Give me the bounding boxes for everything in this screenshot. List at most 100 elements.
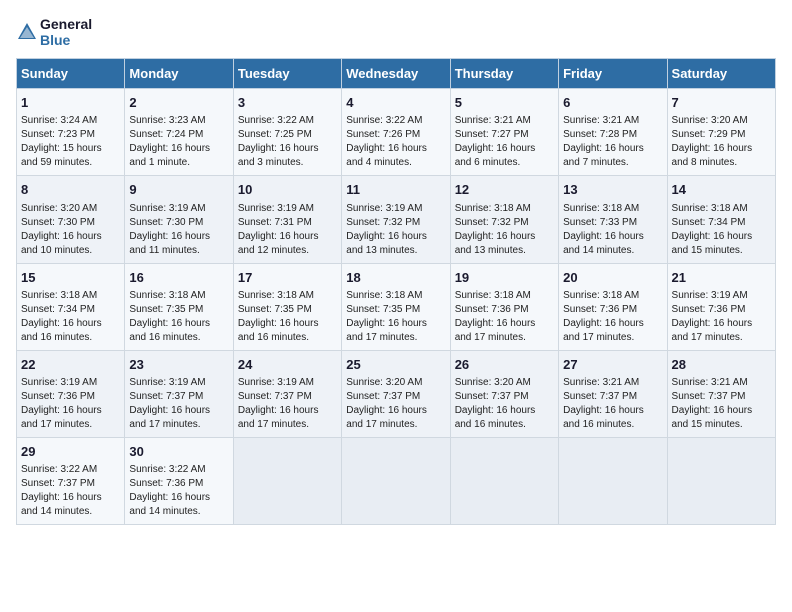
calendar-cell [342, 437, 450, 524]
day-number: 27 [563, 356, 662, 374]
logo-text-blue: Blue [40, 32, 92, 48]
calendar-cell: 21Sunrise: 3:19 AMSunset: 7:36 PMDayligh… [667, 263, 775, 350]
day-number: 18 [346, 269, 445, 287]
day-number: 28 [672, 356, 771, 374]
sunset-label: Sunset: 7:28 PM [563, 129, 637, 140]
daylight-label: Daylight: 16 hours and 17 minutes. [346, 318, 427, 343]
daylight-label: Daylight: 16 hours and 13 minutes. [455, 231, 536, 256]
sunrise-label: Sunrise: 3:18 AM [129, 290, 205, 301]
sunset-label: Sunset: 7:35 PM [129, 304, 203, 315]
calendar-cell: 17Sunrise: 3:18 AMSunset: 7:35 PMDayligh… [233, 263, 341, 350]
daylight-label: Daylight: 16 hours and 6 minutes. [455, 143, 536, 168]
sunrise-label: Sunrise: 3:22 AM [129, 464, 205, 475]
sunset-label: Sunset: 7:27 PM [455, 129, 529, 140]
daylight-label: Daylight: 16 hours and 16 minutes. [563, 405, 644, 430]
sunrise-label: Sunrise: 3:21 AM [563, 115, 639, 126]
sunset-label: Sunset: 7:30 PM [21, 217, 95, 228]
daylight-label: Daylight: 16 hours and 17 minutes. [455, 318, 536, 343]
calendar-cell: 26Sunrise: 3:20 AMSunset: 7:37 PMDayligh… [450, 350, 558, 437]
day-number: 12 [455, 181, 554, 199]
calendar-cell: 10 Sunrise: 3:19 AM Sunset: 7:31 PM Dayligh… [233, 176, 341, 263]
sunrise-label: Sunrise: 3:20 AM [672, 115, 748, 126]
day-number: 5 [455, 94, 554, 112]
calendar-cell: 15Sunrise: 3:18 AMSunset: 7:34 PMDayligh… [17, 263, 125, 350]
day-number: 22 [21, 356, 120, 374]
calendar-cell: 30Sunrise: 3:22 AMSunset: 7:36 PMDayligh… [125, 437, 233, 524]
calendar-cell: 9Sunrise: 3:19 AMSunset: 7:30 PMDaylight… [125, 176, 233, 263]
day-number: 25 [346, 356, 445, 374]
calendar-cell: 22Sunrise: 3:19 AMSunset: 7:36 PMDayligh… [17, 350, 125, 437]
sunrise-label: Sunrise: 3:19 AM [238, 377, 314, 388]
day-number: 3 [238, 94, 337, 112]
logo-text-general: General [40, 16, 92, 32]
day-number: 1 [21, 94, 120, 112]
day-number: 7 [672, 94, 771, 112]
column-header-monday: Monday [125, 59, 233, 89]
sunrise-label: Sunrise: 3:19 AM [238, 203, 314, 214]
daylight-label: Daylight: 16 hours and 4 minutes. [346, 143, 427, 168]
day-number: 23 [129, 356, 228, 374]
calendar-cell: 8Sunrise: 3:20 AMSunset: 7:30 PMDaylight… [17, 176, 125, 263]
day-number: 8 [21, 181, 120, 199]
sunset-label: Sunset: 7:37 PM [455, 391, 529, 402]
daylight-label: Daylight: 16 hours and 17 minutes. [238, 405, 319, 430]
calendar-cell: 1Sunrise: 3:24 AMSunset: 7:23 PMDaylight… [17, 89, 125, 176]
sunrise-label: Sunrise: 3:20 AM [455, 377, 531, 388]
sunrise-label: Sunrise: 3:19 AM [21, 377, 97, 388]
sunrise-label: Sunrise: 3:22 AM [21, 464, 97, 475]
calendar-cell: 13Sunrise: 3:18 AMSunset: 7:33 PMDayligh… [559, 176, 667, 263]
daylight-label: Daylight: 16 hours and 17 minutes. [563, 318, 644, 343]
day-number: 13 [563, 181, 662, 199]
sunrise-label: Sunrise: 3:21 AM [672, 377, 748, 388]
day-number: 16 [129, 269, 228, 287]
sunset-label: Sunset: 7:37 PM [563, 391, 637, 402]
sunrise-label: Sunrise: 3:22 AM [238, 115, 314, 126]
daylight-label: Daylight: 16 hours and 16 minutes. [455, 405, 536, 430]
sunrise-label: Sunrise: 3:20 AM [346, 377, 422, 388]
daylight-label: Daylight: 16 hours and 17 minutes. [129, 405, 210, 430]
sunrise-label: Sunrise: 3:19 AM [672, 290, 748, 301]
day-number: 11 [346, 181, 445, 199]
daylight-label: Daylight: 16 hours and 8 minutes. [672, 143, 753, 168]
calendar-cell [667, 437, 775, 524]
day-number: 6 [563, 94, 662, 112]
daylight-label: Daylight: 16 hours and 3 minutes. [238, 143, 319, 168]
week-row-3: 15Sunrise: 3:18 AMSunset: 7:34 PMDayligh… [17, 263, 776, 350]
sunrise-label: Sunrise: 3:24 AM [21, 115, 97, 126]
sunset-label: Sunset: 7:29 PM [672, 129, 746, 140]
daylight-label: Daylight: 16 hours and 10 minutes. [21, 231, 102, 256]
sunset-label: Sunset: 7:37 PM [672, 391, 746, 402]
sunset-label: Sunset: 7:31 PM [238, 217, 312, 228]
column-header-tuesday: Tuesday [233, 59, 341, 89]
daylight-label: Daylight: 16 hours and 17 minutes. [346, 405, 427, 430]
day-number: 4 [346, 94, 445, 112]
header: General Blue [16, 16, 776, 48]
day-number: 29 [21, 443, 120, 461]
sunset-label: Sunset: 7:36 PM [455, 304, 529, 315]
sunset-label: Sunset: 7:32 PM [455, 217, 529, 228]
daylight-label: Daylight: 16 hours and 12 minutes. [238, 231, 319, 256]
sunset-label: Sunset: 7:37 PM [129, 391, 203, 402]
calendar-cell: 11Sunrise: 3:19 AMSunset: 7:32 PMDayligh… [342, 176, 450, 263]
day-number: 14 [672, 181, 771, 199]
column-header-thursday: Thursday [450, 59, 558, 89]
daylight-label: Daylight: 16 hours and 1 minute. [129, 143, 210, 168]
calendar-header-row: SundayMondayTuesdayWednesdayThursdayFrid… [17, 59, 776, 89]
week-row-1: 1Sunrise: 3:24 AMSunset: 7:23 PMDaylight… [17, 89, 776, 176]
sunset-label: Sunset: 7:33 PM [563, 217, 637, 228]
day-number: 20 [563, 269, 662, 287]
sunset-label: Sunset: 7:37 PM [346, 391, 420, 402]
sunset-label: Sunset: 7:35 PM [346, 304, 420, 315]
calendar-cell: 2Sunrise: 3:23 AMSunset: 7:24 PMDaylight… [125, 89, 233, 176]
week-row-5: 29Sunrise: 3:22 AMSunset: 7:37 PMDayligh… [17, 437, 776, 524]
calendar-cell: 23Sunrise: 3:19 AMSunset: 7:37 PMDayligh… [125, 350, 233, 437]
sunset-label: Sunset: 7:36 PM [129, 478, 203, 489]
day-number: 19 [455, 269, 554, 287]
sunset-label: Sunset: 7:37 PM [238, 391, 312, 402]
sunrise-label: Sunrise: 3:18 AM [21, 290, 97, 301]
day-number: 10 [238, 181, 337, 199]
calendar-cell: 16Sunrise: 3:18 AMSunset: 7:35 PMDayligh… [125, 263, 233, 350]
sunset-label: Sunset: 7:35 PM [238, 304, 312, 315]
sunset-label: Sunset: 7:36 PM [563, 304, 637, 315]
day-number: 17 [238, 269, 337, 287]
